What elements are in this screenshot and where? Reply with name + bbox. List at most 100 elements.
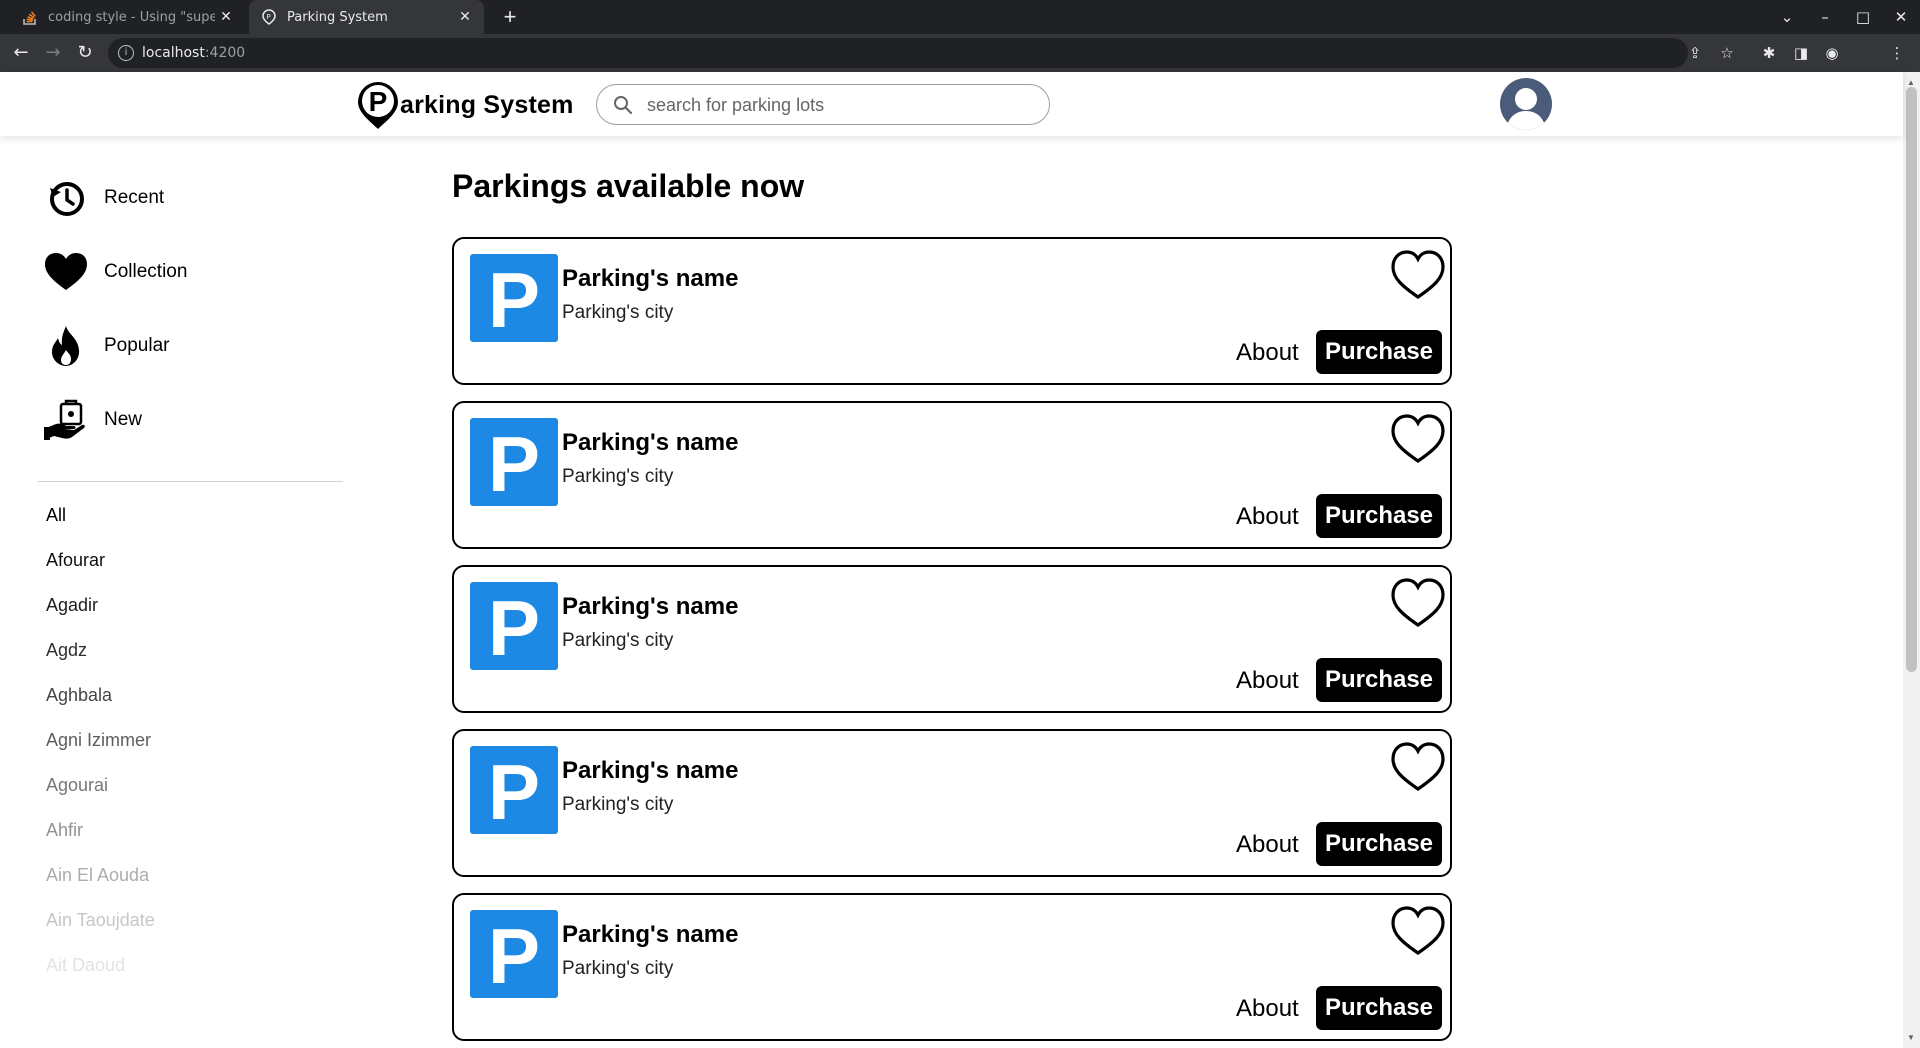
about-link[interactable]: About [1236, 503, 1299, 531]
parking-city: Parking's city [562, 794, 674, 815]
maximize-icon[interactable]: □ [1844, 8, 1882, 26]
parking-logo-letter: P [487, 584, 541, 672]
app-header: P arking System [0, 72, 1903, 136]
parking-card: P Parking's name Parking's city About Pu… [452, 729, 1452, 877]
sidebar-item-recent[interactable]: Recent [44, 176, 164, 220]
parking-name: Parking's name [562, 429, 739, 456]
city-filter-item[interactable]: Agni Izimmer [46, 730, 151, 751]
back-icon[interactable]: ← [9, 41, 33, 65]
app-logo[interactable]: P arking System [356, 81, 574, 129]
fire-icon [44, 324, 88, 368]
tab-title: Parking System [287, 9, 388, 25]
parking-city: Parking's city [562, 958, 674, 979]
favorite-heart-icon[interactable] [1390, 413, 1446, 465]
address-bar[interactable]: i localhost:4200 ⇪ ☆ [108, 38, 1734, 68]
city-filter-item[interactable]: Ain Taoujdate [46, 910, 155, 931]
parking-card: P Parking's name Parking's city About Pu… [452, 893, 1452, 1041]
page-title: Parkings available now [452, 168, 805, 204]
favorite-heart-icon[interactable] [1390, 249, 1446, 301]
browser-tab-parking-system[interactable]: P Parking System ✕ [249, 0, 484, 34]
sidebar-item-label: Collection [104, 261, 188, 282]
sidebar-item-popular[interactable]: Popular [44, 324, 170, 368]
parking-city: Parking's city [562, 630, 674, 651]
purchase-button[interactable]: Purchase [1316, 822, 1442, 866]
url-host: localhost [142, 45, 205, 61]
close-window-icon[interactable]: ✕ [1882, 8, 1920, 26]
parking-name: Parking's name [562, 921, 739, 948]
new-tab-icon[interactable]: + [497, 4, 523, 30]
sidebar-item-collection[interactable]: Collection [44, 250, 187, 294]
scroll-up-icon[interactable]: ▲ [1907, 78, 1915, 87]
city-filter-item[interactable]: Agadir [46, 595, 98, 616]
parking-logo: P [470, 746, 558, 836]
about-link[interactable]: About [1236, 831, 1299, 859]
sidebar-item-label: New [104, 409, 143, 430]
profile-icon[interactable]: ◉ [1822, 43, 1842, 63]
about-link[interactable]: About [1236, 339, 1299, 367]
svg-text:P: P [267, 13, 271, 21]
about-link[interactable]: About [1236, 667, 1299, 695]
hand-bag-icon [44, 398, 88, 442]
about-link[interactable]: About [1236, 995, 1299, 1023]
city-filter-item[interactable]: Aghbala [46, 685, 112, 706]
parking-card: P Parking's name Parking's city About Pu… [452, 401, 1452, 549]
tab-title: coding style - Using "super" i [48, 9, 215, 25]
reload-icon[interactable]: ↻ [73, 41, 97, 65]
url-text[interactable]: localhost:4200 [142, 38, 245, 68]
city-filter-item[interactable]: Ahfir [46, 820, 83, 841]
favorite-heart-icon[interactable] [1390, 741, 1446, 793]
favorite-heart-icon[interactable] [1390, 577, 1446, 629]
search-icon [614, 96, 633, 115]
scroll-down-icon[interactable]: ▼ [1907, 1033, 1915, 1042]
city-filter-item[interactable]: Agdz [46, 640, 87, 661]
parking-card: P Parking's name Parking's city About Pu… [452, 237, 1452, 385]
parking-logo-letter: P [487, 748, 541, 836]
city-filter-item[interactable]: All [46, 505, 66, 526]
browser-menu-icon[interactable]: ⋮ [1887, 43, 1907, 63]
close-tab-icon[interactable]: ✕ [215, 9, 237, 25]
sidebar: Recent Collection Popular New All Afoura… [0, 136, 360, 1048]
heart-icon [44, 250, 88, 294]
bookmark-star-icon[interactable]: ☆ [1717, 43, 1737, 63]
close-tab-icon[interactable]: ✕ [454, 9, 476, 25]
sidebar-item-new[interactable]: New [44, 398, 142, 442]
parking-pin-logo-icon: P [358, 82, 398, 129]
city-filter-item[interactable]: Ain El Aouda [46, 865, 149, 886]
parking-card: P Parking's name Parking's city About Pu… [452, 565, 1452, 713]
purchase-button[interactable]: Purchase [1316, 658, 1442, 702]
tab-search-icon[interactable]: ⌄ [1768, 8, 1806, 26]
parking-name: Parking's name [562, 265, 739, 292]
browser-toolbar: ← → ↻ i localhost:4200 ⇪ ☆ ✱ ◨ ◉ ⋮ [0, 34, 1920, 72]
parking-city: Parking's city [562, 466, 674, 487]
city-filter-item[interactable]: Afourar [46, 550, 105, 571]
site-info-icon[interactable]: i [118, 45, 134, 61]
brand-name: arking System [400, 90, 574, 119]
search-input[interactable] [645, 91, 1029, 120]
url-port: :4200 [204, 45, 246, 61]
parking-name: Parking's name [562, 757, 739, 784]
purchase-button[interactable]: Purchase [1316, 330, 1442, 374]
extension-puzzle-icon[interactable]: ✱ [1759, 43, 1779, 63]
parking-name: Parking's name [562, 593, 739, 620]
parking-logo: P [470, 910, 558, 1000]
city-filter-item[interactable]: Agourai [46, 775, 108, 796]
sidebar-divider [38, 481, 343, 482]
page-scrollbar[interactable]: ▲ ▼ [1903, 72, 1920, 1048]
browser-tab-stackoverflow[interactable]: coding style - Using "super" i ✕ [10, 0, 245, 34]
purchase-button[interactable]: Purchase [1316, 986, 1442, 1030]
parking-pin-icon: P [261, 9, 277, 25]
user-avatar[interactable] [1500, 78, 1552, 130]
sidebar-item-label: Recent [104, 187, 165, 208]
share-icon[interactable]: ⇪ [1685, 43, 1705, 63]
scrollbar-thumb[interactable] [1906, 87, 1917, 672]
city-filter-item[interactable]: Ait Daoud [46, 955, 125, 976]
side-panel-icon[interactable]: ◨ [1791, 43, 1811, 63]
minimize-icon[interactable]: – [1806, 8, 1844, 26]
favorite-heart-icon[interactable] [1390, 905, 1446, 957]
search-bar[interactable] [596, 84, 1050, 125]
forward-icon[interactable]: → [41, 41, 65, 65]
parking-logo: P [470, 418, 558, 508]
parking-logo: P [470, 582, 558, 672]
parking-logo-letter: P [487, 912, 541, 1000]
purchase-button[interactable]: Purchase [1316, 494, 1442, 538]
